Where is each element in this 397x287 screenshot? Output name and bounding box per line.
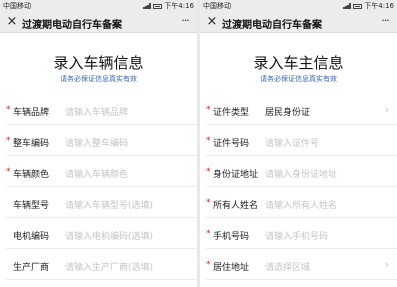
field-label: 手机号码	[213, 232, 250, 242]
field-id-address[interactable]: * 身份证地址 请输入身份证地址	[200, 159, 397, 187]
field-label: 证件号码	[213, 139, 250, 149]
field-phone[interactable]: * 手机号码 请输入手机号码	[200, 221, 397, 249]
phone-input[interactable]: 请输入手机号码	[265, 229, 328, 242]
id-type-select[interactable]: 居民身份证	[265, 105, 310, 118]
residence-select[interactable]: 请选择区域	[265, 260, 310, 273]
close-icon[interactable]: ×	[4, 14, 20, 30]
field-frame-code[interactable]: * 整车编码 请输入整车编码	[0, 128, 197, 156]
signal-icon	[343, 3, 351, 9]
id-address-input[interactable]: 请输入身份证地址	[265, 167, 337, 180]
battery-icon	[153, 3, 163, 9]
field-manufacturer[interactable]: 生产厂商 请输入生产厂商(选填)	[0, 252, 197, 280]
owner-info-screen: 中国移动 下午4:16 × 过渡期电动自行车备案 ··· 录入车主信息 请务必保…	[200, 0, 397, 287]
status-indicators: 下午4:16	[343, 1, 394, 11]
carrier-label: 中国移动	[203, 2, 231, 10]
vehicle-info-screen: 中国移动 下午4:16 × 过渡期电动自行车备案 ··· 录入车辆信息 请务必保…	[0, 0, 197, 287]
form-title: 录入车主信息	[253, 54, 344, 72]
required-mark: *	[206, 260, 211, 270]
status-bar: 中国移动 下午4:16	[0, 0, 197, 12]
clock-label: 下午4:16	[164, 2, 194, 10]
chevron-right-icon[interactable]: ›	[385, 103, 389, 116]
brand-input[interactable]: 请输入车辆品牌	[65, 105, 128, 118]
field-label: 生产厂商	[13, 263, 50, 273]
status-indicators: 下午4:16	[143, 1, 194, 11]
field-label: 证件类型	[213, 108, 250, 118]
model-input[interactable]: 请输入车辆型号(选填)	[65, 198, 153, 211]
required-mark: *	[6, 167, 11, 177]
field-label: 身份证地址	[213, 170, 259, 180]
field-motor-code[interactable]: 电机编码 请输入电机编码(选填)	[0, 221, 197, 249]
more-icon[interactable]: ···	[377, 14, 393, 30]
field-id-type[interactable]: * 证件类型 居民身份证 ›	[200, 97, 397, 125]
carrier-label: 中国移动	[3, 2, 31, 10]
required-mark: *	[206, 198, 211, 208]
required-mark: *	[206, 167, 211, 177]
form-subtitle: 请务必保证信息真实有效	[260, 75, 337, 83]
field-brand[interactable]: * 车辆品牌 请输入车辆品牌	[0, 97, 197, 125]
required-mark: *	[206, 105, 211, 115]
signal-icon	[143, 3, 151, 9]
required-mark: *	[206, 136, 211, 146]
field-label: 所有人姓名	[213, 201, 259, 211]
required-mark: *	[6, 136, 11, 146]
required-mark: *	[206, 229, 211, 239]
nav-bar: × 过渡期电动自行车备案 ···	[0, 12, 197, 33]
status-bar: 中国移动 下午4:16	[200, 0, 397, 12]
clock-label: 下午4:16	[364, 2, 394, 10]
field-color[interactable]: * 车辆颜色 请输入车辆颜色	[0, 159, 197, 187]
color-input[interactable]: 请输入车辆颜色	[65, 167, 128, 180]
required-mark: *	[6, 105, 11, 115]
field-label: 居住地址	[213, 263, 250, 273]
field-label: 电机编码	[13, 232, 50, 242]
more-icon[interactable]: ···	[177, 14, 193, 30]
field-owner-name[interactable]: * 所有人姓名 请输入所有人姓名	[200, 190, 397, 218]
motor-code-input[interactable]: 请输入电机编码(选填)	[65, 229, 153, 242]
nav-title: 过渡期电动自行车备案	[22, 20, 122, 31]
field-label: 车辆品牌	[13, 108, 50, 118]
close-icon[interactable]: ×	[204, 14, 220, 30]
form-subtitle: 请务必保证信息真实有效	[60, 75, 137, 83]
chevron-right-icon[interactable]: ›	[385, 258, 389, 271]
frame-code-input[interactable]: 请输入整车编码	[65, 136, 128, 149]
id-number-input[interactable]: 请输入证件号	[265, 136, 319, 149]
field-residence[interactable]: * 居住地址 请选择区域 ›	[200, 252, 397, 280]
nav-bar: × 过渡期电动自行车备案 ···	[200, 12, 397, 33]
field-label: 车辆颜色	[13, 170, 50, 180]
field-id-number[interactable]: * 证件号码 请输入证件号	[200, 128, 397, 156]
field-label: 整车编码	[13, 139, 50, 149]
field-model[interactable]: 车辆型号 请输入车辆型号(选填)	[0, 190, 197, 218]
field-label: 车辆型号	[13, 201, 50, 211]
battery-icon	[353, 3, 363, 9]
manufacturer-input[interactable]: 请输入生产厂商(选填)	[65, 260, 153, 273]
nav-title: 过渡期电动自行车备案	[222, 20, 322, 31]
owner-name-input[interactable]: 请输入所有人姓名	[265, 198, 337, 211]
form-title: 录入车辆信息	[53, 54, 144, 72]
